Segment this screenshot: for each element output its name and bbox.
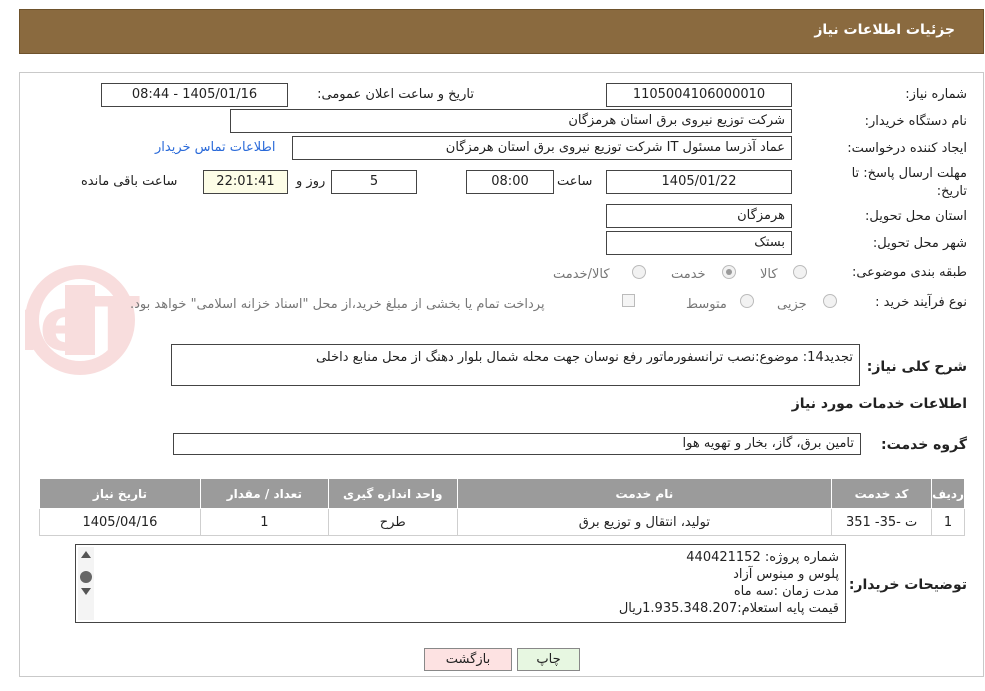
cell-unit: طرح [327, 508, 458, 536]
purchase-radio-medium[interactable] [740, 294, 754, 308]
buyer-notes-label: توضیحات خریدار: [848, 577, 967, 593]
services-table: ردیف کد خدمت نام خدمت واحد اندازه گیری ت… [39, 478, 965, 536]
col-header-name: نام خدمت [456, 478, 833, 509]
print-button[interactable]: چاپ [517, 648, 580, 671]
col-header-code: کد خدمت [831, 478, 933, 509]
announce-label: تاریخ و ساعت اعلان عمومی: [317, 87, 474, 102]
treasury-payment-note: پرداخت تمام یا بخشی از مبلغ خرید،از محل … [130, 297, 545, 312]
category-label: طبقه بندی موضوعی: [851, 265, 967, 280]
buyer-notes-line-3: مدت زمان :سه ماه [733, 584, 839, 599]
back-button[interactable]: بازگشت [424, 648, 512, 671]
col-header-unit: واحد اندازه گیری [327, 478, 458, 509]
city-label: شهر محل تحویل: [872, 236, 967, 251]
scroll-down-icon[interactable] [81, 588, 91, 595]
province-field: هرمزگان [606, 204, 792, 228]
deadline-time-label: ساعت [557, 174, 593, 189]
buyer-org-label: نام دستگاه خریدار: [864, 114, 967, 129]
deadline-label: مهلت ارسال پاسخ: تا [851, 166, 967, 181]
creator-field: عماد آذرسا مسئول IT شرکت توزیع نیروی برق… [292, 136, 792, 160]
province-label: استان محل تحویل: [865, 209, 967, 224]
scroll-up-icon[interactable] [81, 551, 91, 558]
purchase-radio-minor[interactable] [823, 294, 837, 308]
buyer-notes-line-2: پلوس و مینوس آزاد [733, 567, 839, 582]
category-radio-service[interactable] [722, 265, 736, 279]
scroll-thumb[interactable] [80, 571, 92, 583]
purchase-option-minor: جزیی [777, 297, 807, 312]
city-field: بستک [606, 231, 792, 255]
category-radio-goods[interactable] [793, 265, 807, 279]
purchase-type-label: نوع فرآیند خرید : [875, 295, 967, 310]
remaining-time-field: 22:01:41 [203, 170, 288, 194]
table-row: 1 ت -35- 351 تولید، انتقال و توزیع برق ط… [39, 508, 965, 536]
service-group-label: گروه خدمت: [881, 437, 967, 453]
deadline-date-field: 1405/01/22 [606, 170, 792, 194]
buyer-notes-line-4: قیمت پایه استعلام:1.935.348.207ریال [618, 601, 839, 616]
cell-row-index: 1 [931, 508, 965, 536]
deadline-time-field: 08:00 [466, 170, 554, 194]
cell-service-name: تولید، انتقال و توزیع برق [456, 508, 833, 536]
need-number-field: 1105004106000010 [606, 83, 792, 107]
summary-textarea[interactable]: تجدید14: موضوع:نصب ترانسفورماتور رفع نوس… [171, 344, 860, 386]
need-number-label: شماره نیاز: [905, 87, 967, 102]
col-header-date: تاریخ نیاز [39, 478, 201, 509]
services-table-header: ردیف کد خدمت نام خدمت واحد اندازه گیری ت… [39, 478, 965, 509]
treasury-payment-checkbox[interactable] [622, 294, 635, 307]
buyer-notes-textarea[interactable]: شماره پروژه: 440421152 پلوس و مینوس آزاد… [75, 544, 846, 623]
days-remaining-field: 5 [331, 170, 417, 194]
notes-scrollbar[interactable] [78, 547, 94, 620]
services-section-title: اطلاعات خدمات مورد نیاز [791, 396, 967, 412]
cell-service-code: ت -35- 351 [831, 508, 933, 536]
category-option-goods: کالا [760, 267, 778, 282]
buyer-notes-line-1: شماره پروژه: 440421152 [686, 550, 839, 565]
buyer-contact-link[interactable]: اطلاعات تماس خریدار [155, 140, 275, 155]
col-header-qty: تعداد / مقدار [199, 478, 329, 509]
remaining-time-label: ساعت باقی مانده [81, 174, 178, 189]
days-label: روز و [296, 174, 326, 189]
page-title: جزئیات اطلاعات نیاز [814, 22, 955, 38]
buyer-org-field: شرکت توزیع نیروی برق استان هرمزگان [230, 109, 792, 133]
purchase-option-medium: متوسط [686, 297, 727, 312]
cell-quantity: 1 [199, 508, 329, 536]
category-option-service: خدمت [671, 267, 706, 282]
cell-need-date: 1405/04/16 [39, 508, 201, 536]
creator-label: ایجاد کننده درخواست: [847, 141, 967, 156]
deadline-label-date: تاریخ: [936, 184, 967, 199]
col-header-row: ردیف [931, 478, 965, 509]
service-group-field: تامین برق، گاز، بخار و تهویه هوا [173, 433, 861, 455]
category-option-both: کالا/خدمت [553, 267, 610, 282]
summary-label: شرح کلی نیاز: [866, 359, 967, 375]
announce-datetime-field: 1405/01/16 - 08:44 [101, 83, 288, 107]
category-radio-both[interactable] [632, 265, 646, 279]
